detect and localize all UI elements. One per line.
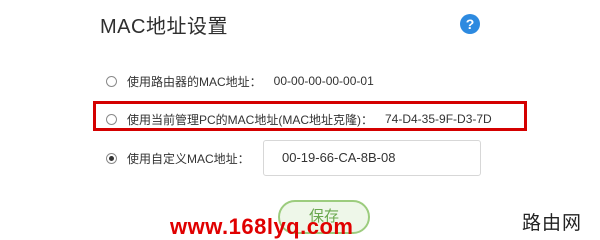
option-pc-mac-label: 使用当前管理PC的MAC地址(MAC地址克隆)： xyxy=(127,112,373,127)
option-router-mac[interactable]: 使用路由器的MAC地址： 00-00-00-00-00-01 xyxy=(106,70,374,92)
mac-settings-page: MAC地址设置 ? 使用路由器的MAC地址： 00-00-00-00-00-01… xyxy=(0,0,600,240)
custom-mac-input[interactable]: 00-19-66-CA-8B-08 xyxy=(263,140,481,176)
page-title: MAC地址设置 xyxy=(100,16,228,38)
option-router-mac-label: 使用路由器的MAC地址： xyxy=(127,74,262,89)
router-mac-value: 00-00-00-00-00-01 xyxy=(273,74,374,88)
option-custom-mac[interactable]: 使用自定义MAC地址： xyxy=(106,147,262,169)
watermark-url: www.168lyq.com xyxy=(170,214,354,239)
radio-custom-mac[interactable] xyxy=(106,152,117,164)
option-custom-mac-label: 使用自定义MAC地址： xyxy=(127,151,250,166)
radio-pc-mac[interactable] xyxy=(106,113,117,125)
pc-mac-value: 74-D4-35-9F-D3-7D xyxy=(385,112,492,126)
watermark-brand: 路由网 xyxy=(522,213,583,234)
help-icon[interactable]: ? xyxy=(460,14,480,34)
radio-router-mac[interactable] xyxy=(106,75,117,87)
option-pc-mac[interactable]: 使用当前管理PC的MAC地址(MAC地址克隆)： 74-D4-35-9F-D3-… xyxy=(106,108,492,130)
